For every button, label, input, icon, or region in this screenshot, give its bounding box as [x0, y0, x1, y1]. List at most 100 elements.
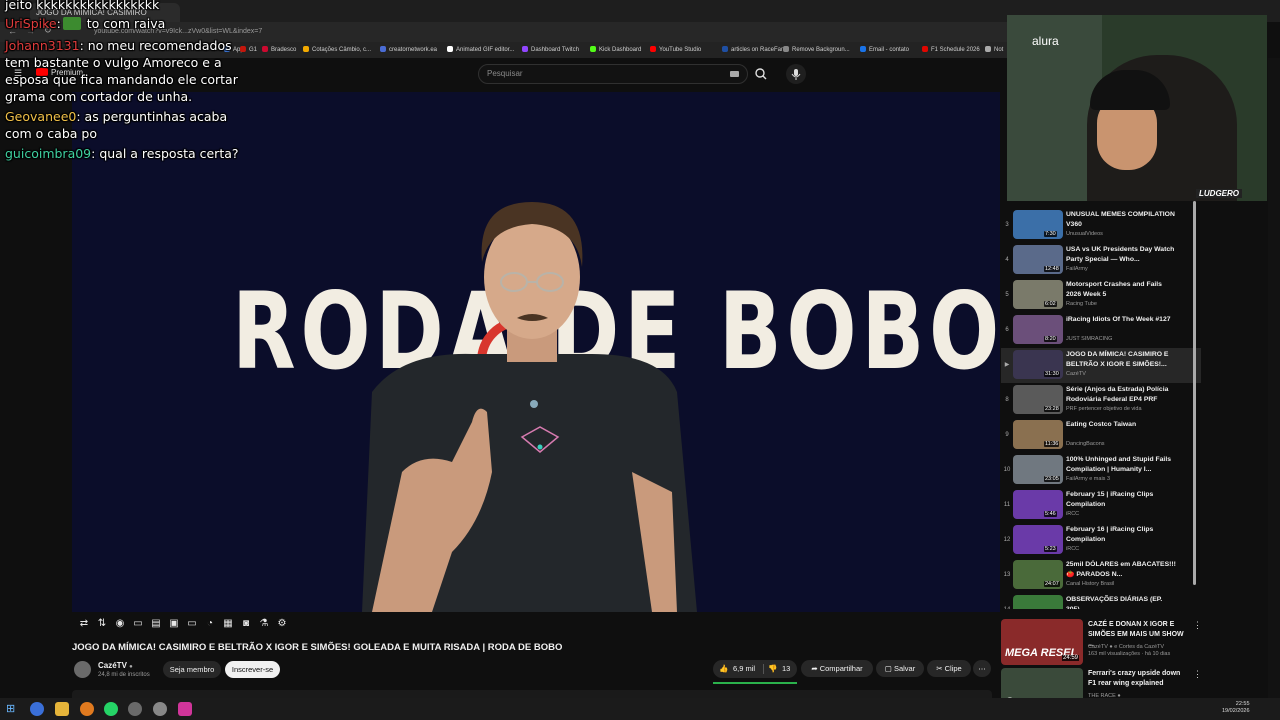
bookmark-item[interactable]: Not [985, 45, 1003, 55]
playlist-item[interactable]: 3 7:30 UNUSUAL MEMES COMPILATION V360 Unusu… [1001, 208, 1201, 243]
playlist-item[interactable]: 14 OBSERVAÇÕES DIÁRIAS (EP. 305) [1001, 593, 1201, 609]
share-label: Compartilhar [819, 664, 863, 673]
lab-icon[interactable]: ⚗ [258, 618, 270, 630]
video-thumbnail[interactable] [1013, 595, 1063, 609]
dislike-icon[interactable]: 👎 [768, 664, 777, 673]
more-options-icon[interactable]: ⋮ [1193, 620, 1202, 631]
bookmark-item[interactable]: YouTube Studio [650, 45, 701, 55]
playlist-video-title[interactable]: USA vs UK Presidents Day Watch Party Spe… [1066, 245, 1176, 265]
chrome-icon[interactable] [30, 702, 44, 716]
bookmark-item[interactable]: Dashboard Twitch [522, 45, 579, 55]
playlist-index: 6 [1005, 327, 1009, 333]
obs-icon[interactable] [128, 702, 142, 716]
bookmark-item[interactable]: Animated GIF editor... [447, 45, 514, 55]
playlist-index: 4 [1005, 257, 1009, 263]
bookmark-item[interactable]: F1 Schedule 2026 [922, 45, 980, 55]
cast-icon[interactable]: ▭ [132, 618, 144, 630]
bookmark-item[interactable]: Kick Dashboard [590, 45, 641, 55]
channel-name[interactable]: CazéTV ● [98, 661, 133, 670]
playlist-item[interactable]: 12 5:23 February 16 | iRacing Clips Compil… [1001, 523, 1201, 558]
more-actions-button[interactable]: ⋯ [973, 660, 991, 677]
video-duration: 5:23 [1044, 546, 1057, 552]
join-button[interactable]: Seja membro [163, 661, 221, 678]
playlist-video-title[interactable]: iRacing Idiots Of The Week #127 [1066, 315, 1176, 325]
page-scrollbar[interactable] [1268, 58, 1280, 698]
save-button[interactable]: ▢ Salvar [876, 660, 924, 677]
search-input[interactable]: Pesquisar [478, 64, 748, 84]
playlist-video-title[interactable]: February 16 | iRacing Clips Compilation [1066, 525, 1176, 545]
channel-name-text[interactable]: CazéTV [98, 661, 127, 670]
broadcast-icon[interactable]: ◉ [114, 618, 126, 630]
player-controls: ⇄ ⇅ ◉ ▭ ▤ ▣ ▭ ◔ ▦ ◙ ⚗ ⚙ [72, 614, 1000, 636]
playlist-video-title[interactable]: February 15 | iRacing Clips Compilation [1066, 490, 1176, 510]
theater-icon[interactable]: ▭ [186, 618, 198, 630]
playlist-video-title[interactable]: JOGO DA MÍMICA! CASIMIRO E BELTRÃO X IGO… [1066, 350, 1176, 370]
playlist-channel-name: UnusualVideos [1066, 231, 1103, 237]
playlist-item[interactable]: 6 8:20 iRacing Idiots Of The Week #127 JUST… [1001, 313, 1201, 348]
bookmark-item[interactable]: creatornetwork.ea [380, 45, 437, 55]
keyboard-icon[interactable] [730, 71, 739, 77]
webcam-label: LUDGERO [1196, 189, 1242, 198]
playlist-video-title[interactable]: Motorsport Crashes and Fails 2026 Week 5 [1066, 280, 1176, 300]
playlist-item[interactable]: 10 23:05 100% Unhinged and Stupid Fails Co… [1001, 453, 1201, 488]
playlist-video-title[interactable]: Eating Costco Taiwan [1066, 420, 1176, 430]
loop-icon[interactable]: ⇄ [78, 618, 90, 630]
playlist-item[interactable]: ▶ 31:30 JOGO DA MÍMICA! CASIMIRO E BELTRÃO… [1001, 348, 1201, 383]
related-video[interactable]: MEGA RESEI 24:59 CAZÉ E DONAN X IGOR E SIM… [1001, 619, 1271, 665]
related-video-title[interactable]: Ferrari's crazy upside down F1 rear wing… [1088, 669, 1188, 689]
system-clock[interactable]: 22:55 19/02/2026 [1222, 701, 1250, 715]
playlist-item[interactable]: 4 12:48 USA vs UK Presidents Day Watch Par… [1001, 243, 1201, 278]
description-box[interactable] [72, 690, 992, 698]
settings-gear-icon[interactable]: ⚙ [276, 618, 288, 630]
captions-icon[interactable]: ▦ [222, 618, 234, 630]
bookmark-item[interactable]: G1 [240, 45, 257, 55]
playlist-item[interactable]: 9 11:36 Eating Costco Taiwan DancingBacons [1001, 418, 1201, 453]
screenshot-icon[interactable]: ◙ [240, 618, 252, 630]
app-icon[interactable] [153, 702, 167, 716]
voice-search-button[interactable] [786, 64, 806, 84]
playlist-item[interactable]: 8 23:28 Série (Anjos da Estrada) Polícia R… [1001, 383, 1201, 418]
search-button[interactable] [748, 64, 776, 84]
sort-icon[interactable]: ⇅ [96, 618, 108, 630]
bookmark-item[interactable]: Bradesco [262, 45, 296, 55]
bookmark-label: Animated GIF editor... [456, 47, 515, 53]
playlist-item[interactable]: 13 24:07 25mil DÓLARES em ABACATES!!! 🍅 PA… [1001, 558, 1201, 593]
bookmark-label: Email - contato [869, 47, 910, 53]
whatsapp-icon[interactable] [104, 702, 118, 716]
file-explorer-icon[interactable] [55, 702, 69, 716]
clapper-icon[interactable]: ▤ [150, 618, 162, 630]
share-button[interactable]: ➦ Compartilhar [801, 660, 873, 677]
chat-message: guicoimbra09: qual a resposta certa? [5, 145, 239, 162]
chat-message: esposa que fica mandando ele cortar [5, 71, 238, 88]
bookmark-item[interactable]: Email - contato [860, 45, 909, 55]
playlist-video-title[interactable]: UNUSUAL MEMES COMPILATION V360 [1066, 210, 1176, 230]
related-channel-name[interactable]: CazéTV ● e Cortes da CazéTV [1088, 644, 1164, 650]
like-icon[interactable]: 👍 [719, 664, 728, 673]
clip-button[interactable]: ✂ Clipe [927, 660, 971, 677]
channel-avatar[interactable] [74, 661, 91, 678]
bookmark-item[interactable]: Cotações Câmbio, c... [303, 45, 371, 55]
video-player[interactable]: RODA DE BOBO [72, 92, 1000, 612]
speed-icon[interactable]: ◔ [204, 618, 216, 630]
like-count[interactable]: 6,9 mil [733, 664, 755, 673]
bookmark-item[interactable]: Remove Backgroun... [783, 45, 850, 55]
subscribe-button[interactable]: Inscrever-se [225, 661, 280, 678]
playlist-video-title[interactable]: Série (Anjos da Estrada) Polícia Rodoviá… [1066, 385, 1176, 405]
bookmark-favicon-icon [650, 46, 656, 52]
video-duration: 7:30 [1044, 231, 1057, 237]
playlist-index: 11 [1003, 502, 1011, 508]
windows-start-icon[interactable]: ⊞ [6, 702, 20, 716]
playlist-item[interactable]: 11 5:46 February 15 | iRacing Clips Compil… [1001, 488, 1201, 523]
streaming-app-icon[interactable] [178, 702, 192, 716]
playlist-video-title[interactable]: 100% Unhinged and Stupid Fails Compilati… [1066, 455, 1176, 475]
playlist-video-title[interactable]: 25mil DÓLARES em ABACATES!!! 🍅 PARADOS N… [1066, 560, 1176, 580]
playlist-video-title[interactable]: OBSERVAÇÕES DIÁRIAS (EP. 305) [1066, 595, 1176, 609]
playlist-scrollbar[interactable] [1193, 201, 1196, 585]
miniplayer-icon[interactable]: ▣ [168, 618, 180, 630]
search-icon [755, 68, 767, 80]
firefox-icon[interactable] [80, 702, 94, 716]
more-options-icon[interactable]: ⋮ [1193, 669, 1202, 680]
bookmark-item[interactable]: articles on RaceFans [722, 45, 787, 55]
dislike-count[interactable]: 13 [782, 664, 790, 673]
playlist-item[interactable]: 5 6:02 Motorsport Crashes and Fails 2026 W… [1001, 278, 1201, 313]
